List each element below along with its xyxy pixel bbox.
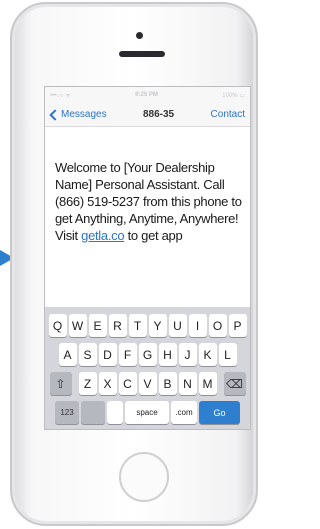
shift-icon: ⇧ [55, 376, 66, 391]
back-button[interactable]: Messages [49, 108, 107, 121]
key-b[interactable]: B [158, 372, 177, 395]
key-y[interactable]: Y [148, 314, 167, 337]
battery-percent: 100% [222, 92, 238, 99]
key-h[interactable]: H [158, 343, 177, 366]
key-l[interactable]: L [218, 343, 237, 366]
key-a[interactable]: A [58, 343, 77, 366]
signal-indicator: •••○○ ᯤ [50, 93, 71, 99]
dotcom-key[interactable]: .com [171, 401, 197, 424]
back-label: Messages [61, 109, 107, 120]
key-g[interactable]: G [138, 343, 157, 366]
key-f[interactable]: F [118, 343, 137, 366]
key-e[interactable]: E [88, 314, 107, 337]
key-p[interactable]: P [228, 314, 247, 337]
home-button[interactable] [119, 452, 169, 502]
space-key[interactable]: space [125, 401, 169, 424]
key-k[interactable]: K [198, 343, 217, 366]
message-bubble: Welcome to [Your Dealership Name] Person… [55, 159, 245, 244]
messages-navbar: Messages 886-35 Contact [45, 103, 250, 127]
chevron-left-icon [49, 108, 61, 121]
key-w[interactable]: W [68, 314, 87, 337]
keyboard: Q W E R T Y U I O P A S D F G H J K L ⇧ … [45, 307, 250, 429]
blank-key[interactable] [107, 401, 123, 424]
key-n[interactable]: N [178, 372, 197, 395]
iphone-frame: •••○○ ᯤ 9:25 PM 100% ▭ Messages 886-35 C… [10, 2, 258, 526]
status-bar: •••○○ ᯤ 9:25 PM 100% ▭ [45, 87, 250, 103]
key-d[interactable]: D [98, 343, 117, 366]
key-c[interactable]: C [118, 372, 137, 395]
emoji-key[interactable] [81, 401, 105, 424]
message-text-tail: to get app [127, 228, 183, 243]
backspace-icon: ⌫ [226, 376, 243, 391]
key-z[interactable]: Z [78, 372, 97, 395]
go-key[interactable]: Go [199, 401, 240, 424]
key-r[interactable]: R [108, 314, 127, 337]
keyboard-row-2: A S D F G H J K L [45, 343, 250, 366]
battery-indicator: 100% ▭ [222, 92, 245, 99]
key-s[interactable]: S [78, 343, 97, 366]
message-thread: Welcome to [Your Dealership Name] Person… [45, 127, 250, 307]
keyboard-row-1: Q W E R T Y U I O P [45, 314, 250, 337]
contact-button[interactable]: Contact [211, 109, 245, 120]
key-j[interactable]: J [178, 343, 197, 366]
key-o[interactable]: O [208, 314, 227, 337]
keyboard-row-3: ⇧ Z X C V B N M ⌫ [45, 372, 250, 395]
shift-key[interactable]: ⇧ [49, 372, 72, 395]
key-v[interactable]: V [138, 372, 157, 395]
keyboard-row-4: 123 space .com Go [45, 401, 250, 424]
status-time: 9:25 PM [135, 92, 158, 98]
message-link[interactable]: getla.co [81, 228, 124, 243]
phone-screen: •••○○ ᯤ 9:25 PM 100% ▭ Messages 886-35 C… [44, 86, 251, 430]
key-m[interactable]: M [198, 372, 217, 395]
delete-key[interactable]: ⌫ [223, 372, 246, 395]
key-x[interactable]: X [98, 372, 117, 395]
key-i[interactable]: I [188, 314, 207, 337]
key-q[interactable]: Q [48, 314, 67, 337]
key-t[interactable]: T [128, 314, 147, 337]
camera-icon [136, 32, 143, 39]
numbers-key[interactable]: 123 [55, 401, 79, 424]
key-u[interactable]: U [168, 314, 187, 337]
speaker-grille [119, 51, 165, 57]
conversation-title: 886-35 [142, 109, 175, 120]
